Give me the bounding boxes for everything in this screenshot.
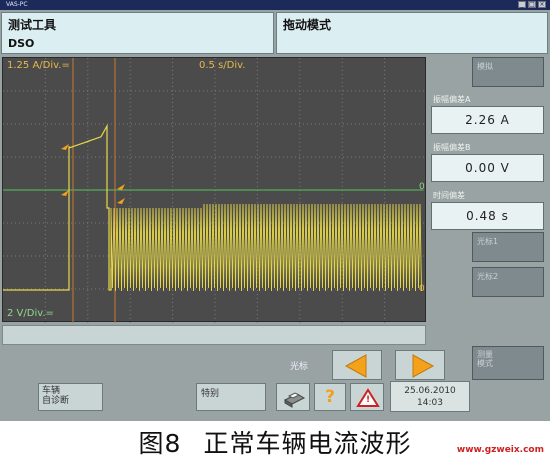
amplitude-a-label: 振幅偏差A (433, 95, 471, 104)
warning-mark: ! (366, 395, 371, 405)
title-bar: VAS-PC _ □ × (0, 0, 550, 10)
cursor-label: 光标 (290, 362, 309, 372)
zero-marker-a: 0 (419, 182, 425, 192)
measure-mode-button[interactable]: 测量 模式 (472, 346, 544, 380)
scope-traces (3, 58, 423, 323)
tool-title: 测试工具 (8, 18, 57, 32)
amplitude-b-value: 0.00 V (431, 154, 544, 182)
arrow-right-icon (412, 354, 435, 378)
maximize-button[interactable]: □ (528, 1, 536, 8)
window-title: VAS-PC (6, 1, 28, 8)
oscilloscope-display[interactable]: 1.25 A/Div.= 0.5 s/Div. 2 V/Div.= 0 0 (2, 57, 427, 323)
watermark-text: www.gzweix.com (456, 445, 544, 455)
cursor-1-button[interactable]: 光标1 (472, 232, 544, 262)
cursor-marker-icon (61, 144, 69, 150)
channel-b-scale: 2 V/Div.= (7, 308, 54, 319)
vehicle-self-diagnosis-button[interactable]: 车辆 自诊断 (38, 383, 103, 411)
app-window: VAS-PC _ □ × 测试工具 DSO 拖动模式 1.25 A/Div.= … (0, 0, 550, 421)
amplitude-a-value: 2.26 A (431, 106, 544, 134)
channel-a-trace-oscillation (110, 203, 422, 292)
cursor-marker-icon (117, 198, 125, 204)
cursor-left-button[interactable] (332, 350, 382, 380)
time-delta-label: 时间偏差 (433, 191, 465, 200)
printer-icon (283, 392, 306, 408)
status-bar (2, 325, 426, 345)
print-button[interactable] (276, 383, 310, 411)
minimize-button[interactable]: _ (518, 1, 526, 8)
channel-a-scale: 1.25 A/Div.= (7, 60, 70, 71)
close-button[interactable]: × (538, 1, 546, 8)
datetime-display: 25.06.2010 14:03 (390, 381, 470, 412)
scope-plot (3, 58, 427, 323)
time-delta-value: 0.48 s (431, 202, 544, 230)
cursor-2-button[interactable]: 光标2 (472, 267, 544, 297)
zero-marker-b: 0 (419, 284, 425, 294)
figure-title: 正常车辆电流波形 (203, 429, 412, 458)
channel-a-trace-start (3, 123, 112, 291)
cursor-right-button[interactable] (395, 350, 445, 380)
cursor-marker-icon (117, 184, 125, 190)
special-button[interactable]: 特别 (196, 383, 266, 411)
mode-title: 拖动模式 (283, 18, 332, 32)
time-text: 14:03 (417, 398, 443, 408)
help-button[interactable]: ? (314, 383, 346, 411)
arrow-left-icon (344, 354, 367, 378)
tool-subtitle: DSO (8, 37, 35, 50)
warning-button[interactable]: ! (350, 383, 384, 411)
tool-header: 测试工具 DSO (1, 12, 274, 54)
simulate-button[interactable]: 模拟 (472, 57, 544, 87)
date-text: 25.06.2010 (404, 386, 456, 396)
cursor-marker-icon (61, 190, 69, 196)
amplitude-b-label: 振幅偏差B (433, 143, 471, 152)
time-scale: 0.5 s/Div. (199, 60, 246, 71)
figure-number: 图8 (138, 429, 182, 458)
mode-header: 拖动模式 (276, 12, 548, 54)
